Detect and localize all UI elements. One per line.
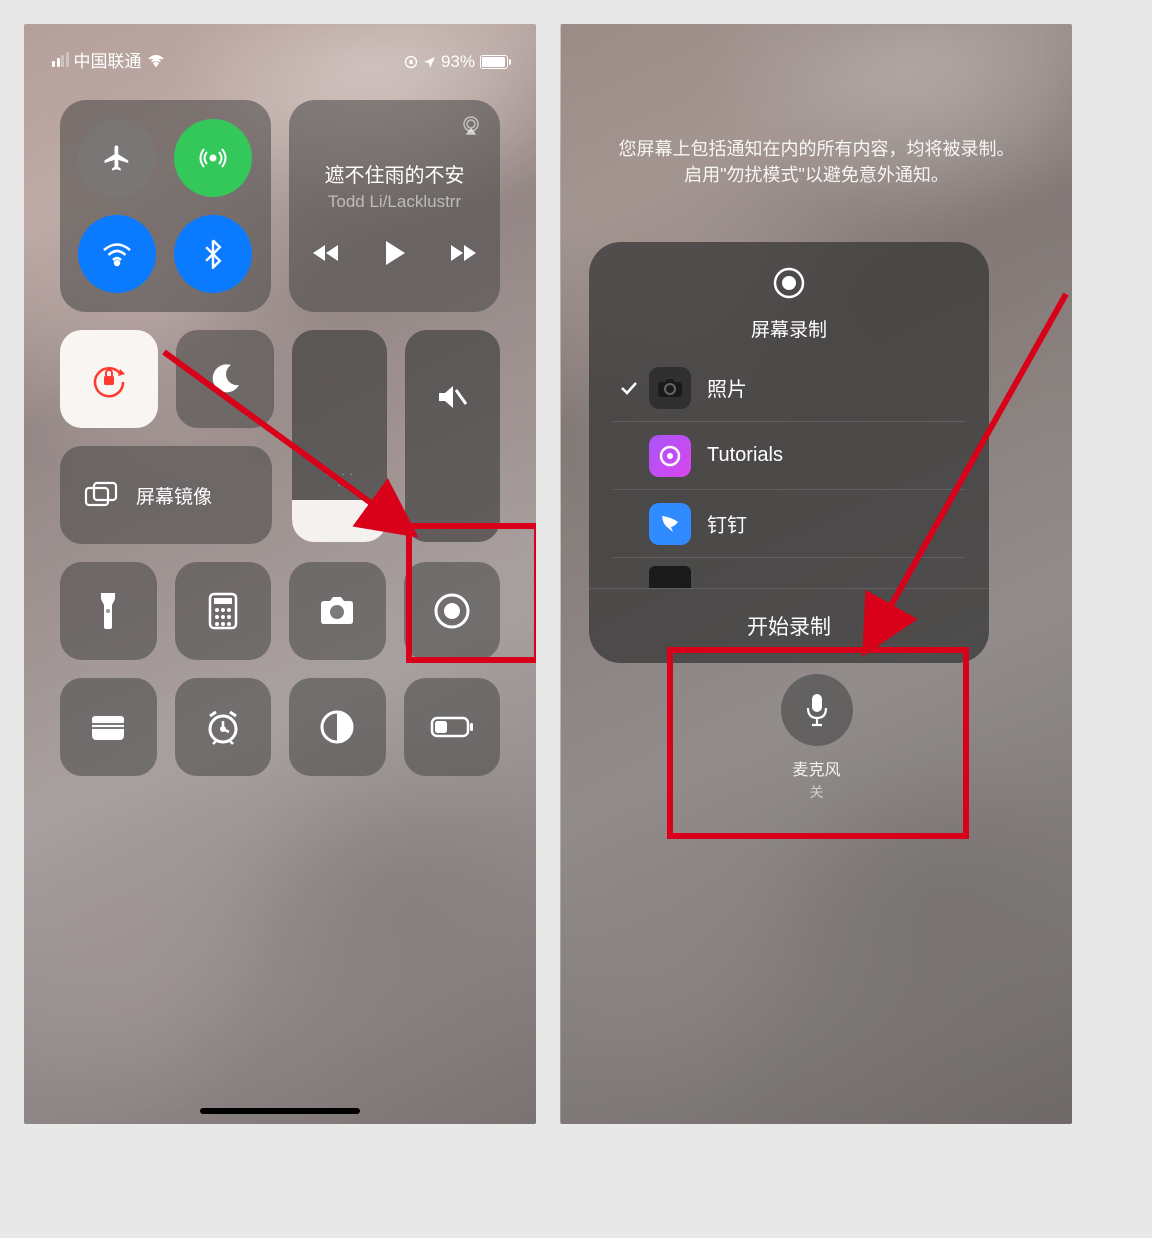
status-bar: 中国联通 93% [24,24,536,74]
low-power-button[interactable] [404,678,501,776]
music-title: 遮不住雨的不安 [325,159,465,188]
rewind-icon[interactable] [312,244,340,262]
wallet-icon [88,712,128,742]
calculator-icon [208,592,238,630]
battery-icon [480,55,508,69]
recording-info: 您屏幕上包括通知在内的所有内容，均将被录制。 启用"勿扰模式"以避免意外通知。 [561,136,1072,188]
home-indicator[interactable] [200,1108,360,1114]
wallet-button[interactable] [60,678,157,776]
dark-mode-icon [319,709,355,745]
connectivity-module[interactable] [60,100,271,312]
music-artist: Todd Li/Lacklustrr [328,192,461,212]
orientation-lock-button[interactable] [60,330,158,428]
app-option-label: 钉钉 [707,509,747,538]
annotation-arrow-left [154,342,434,562]
play-icon[interactable] [384,240,406,266]
alarm-button[interactable] [175,678,272,776]
bluetooth-button[interactable] [174,215,252,293]
camera-button[interactable] [289,562,386,660]
lock-orientation-icon [87,357,131,401]
more-app-icon [649,566,691,588]
location-icon [423,56,436,69]
alarm-icon [204,708,242,746]
cellular-signal-icon [52,52,69,67]
calculator-button[interactable] [175,562,272,660]
checkmark-icon [613,381,645,395]
battery-pct: 93% [441,52,475,72]
app-option-label: Tutorials [707,444,783,467]
phone-right: 您屏幕上包括通知在内的所有内容，均将被录制。 启用"勿扰模式"以避免意外通知。 … [560,24,1072,1124]
dark-mode-button[interactable] [289,678,386,776]
screen-mirroring-icon [84,481,120,509]
annotation-arrow-right [851,286,1072,666]
low-power-icon [430,716,474,738]
photos-app-icon [649,367,691,409]
airplay-icon[interactable] [460,114,482,136]
wifi-icon [147,53,165,67]
flashlight-button[interactable] [60,562,157,660]
cellular-data-button[interactable] [174,119,252,197]
phone-left: 中国联通 93% [24,24,536,1124]
wifi-button[interactable] [78,215,156,293]
mute-icon [436,382,470,412]
record-icon [772,266,806,300]
flashlight-icon [97,591,119,631]
annotation-highlight-right [667,647,969,839]
tutorials-app-icon [649,435,691,477]
dingtalk-app-icon [649,503,691,545]
app-option-label: 照片 [707,373,747,402]
forward-icon[interactable] [450,244,478,262]
music-module[interactable]: 遮不住雨的不安 Todd Li/Lacklustrr [289,100,500,312]
lock-rotation-icon [404,55,418,69]
carrier-label: 中国联通 [74,47,142,72]
camera-icon [317,596,357,626]
airplane-mode-button[interactable] [78,119,156,197]
